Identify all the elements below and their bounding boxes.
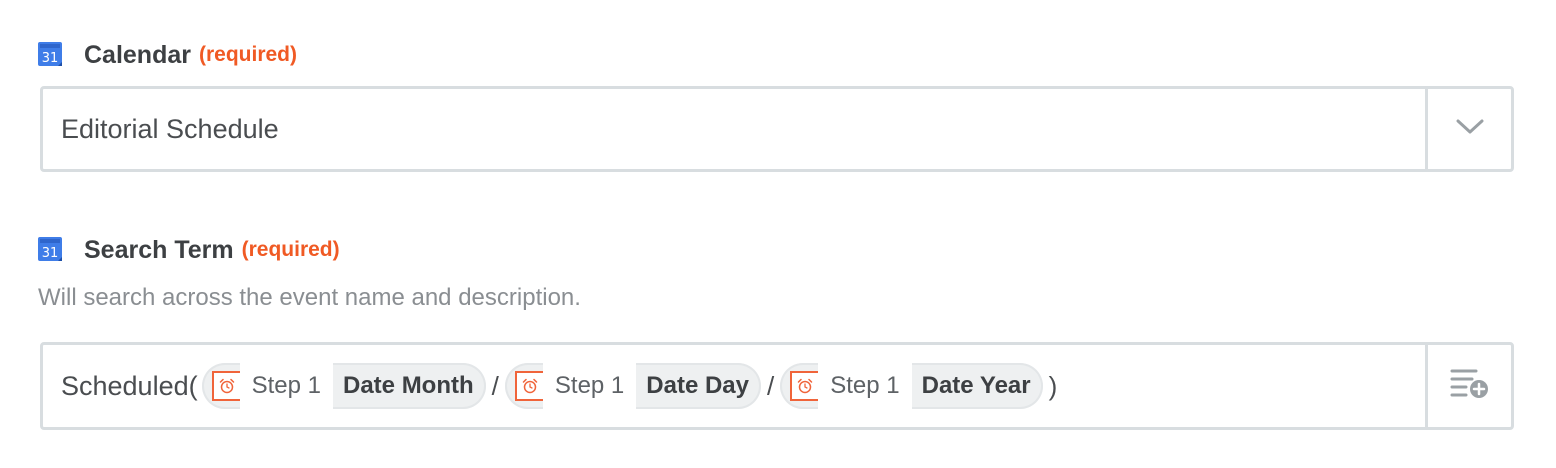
- alarm-clock-icon: [514, 371, 545, 401]
- search-term-help-text: Will search across the event name and de…: [38, 284, 581, 311]
- google-calendar-icon: 31: [38, 237, 64, 263]
- search-term-label: Search Term: [84, 235, 234, 264]
- calendar-required-badge: (required): [198, 43, 297, 66]
- calendar-select[interactable]: Editorial Schedule: [40, 86, 1514, 172]
- insert-data-icon: [1450, 367, 1490, 406]
- insert-field-button[interactable]: [1425, 345, 1511, 427]
- alarm-clock-icon: [211, 371, 242, 401]
- search-term-input[interactable]: Scheduled( Step 1 Date Month / Step 1 Da…: [40, 342, 1514, 430]
- token-step-label: Step 1: [239, 363, 333, 409]
- svg-text:31: 31: [42, 246, 59, 261]
- alarm-clock-icon: [790, 371, 821, 401]
- calendar-label: Calendar: [84, 40, 191, 69]
- token-field-label: Date Month: [343, 372, 474, 399]
- calendar-dropdown-button[interactable]: [1425, 89, 1511, 169]
- token-date-day[interactable]: Step 1 Date Day: [504, 363, 761, 409]
- calendar-field-label: 31 Calendar (required): [38, 38, 297, 72]
- token-field-label: Date Year: [921, 372, 1031, 399]
- search-term-required-badge: (required): [241, 238, 340, 261]
- search-term-field-label: 31 Search Term (required): [38, 233, 340, 267]
- token-step-label: Step 1: [818, 363, 912, 409]
- google-calendar-icon: 31: [38, 42, 64, 68]
- token-step-label: Step 1: [542, 363, 637, 409]
- calendar-select-value: Editorial Schedule: [61, 114, 279, 144]
- token-field-label: Date Day: [646, 372, 749, 399]
- token-date-year[interactable]: Step 1 Date Year: [780, 363, 1043, 409]
- search-term-suffix: ): [1048, 370, 1058, 401]
- chevron-down-icon: [1456, 119, 1484, 140]
- svg-text:31: 31: [42, 51, 59, 66]
- separator: /: [767, 370, 775, 401]
- search-term-prefix: Scheduled(: [61, 370, 198, 401]
- separator: /: [491, 370, 499, 401]
- search-term-content[interactable]: Scheduled( Step 1 Date Month / Step 1 Da…: [61, 345, 1059, 427]
- token-date-month[interactable]: Step 1 Date Month: [201, 363, 486, 409]
